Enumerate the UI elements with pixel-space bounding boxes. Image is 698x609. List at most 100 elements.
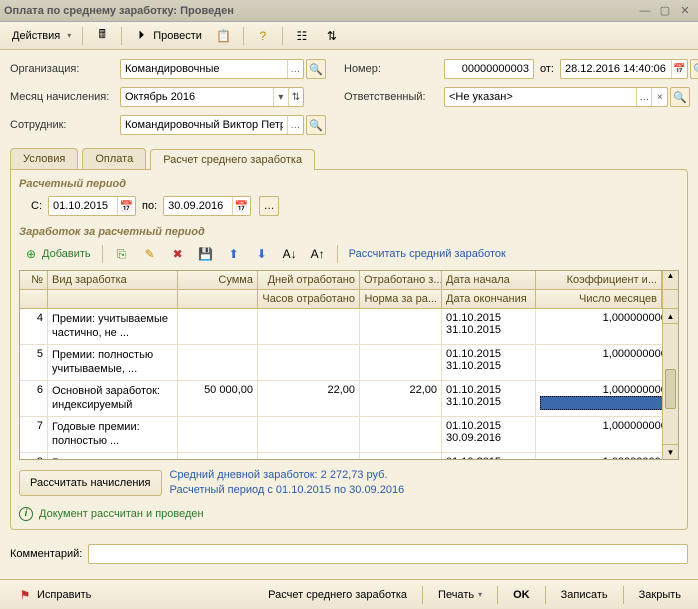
calc-info: Средний дневной заработок: 2 272,73 руб.… [170,468,405,499]
month-input[interactable] [121,88,273,106]
col-kind[interactable]: Вид заработка [48,271,178,289]
ok-button[interactable]: OK [504,584,539,606]
magnifier-icon: 🔍 [309,119,323,132]
flag-icon: ⚑ [17,587,33,603]
month-label: Месяц начисления: [10,91,120,103]
post-button[interactable]: ⏵Провести [127,25,208,47]
actions-menu[interactable]: Действия [6,27,77,45]
org-label: Организация: [10,63,120,75]
table-row[interactable]: 6Основной заработок: индексируемый50 000… [20,381,678,417]
earnings-table: № Вид заработка Сумма Дней отработано От… [19,270,679,460]
col-coef[interactable]: Коэффициент и... [536,271,662,289]
calc-average-link[interactable]: Рассчитать средний заработок [345,246,510,262]
print-button[interactable]: Печать [429,584,491,606]
calendar-icon[interactable]: 📅 [117,197,135,215]
table-body[interactable]: 4Премии: учитываемые частично, не ...01.… [20,309,678,459]
close-button[interactable]: ✕ [676,3,694,19]
period-from-input[interactable] [49,197,117,215]
date-lookup-button[interactable]: 🔍 [690,59,698,79]
save-button[interactable]: 💾 [194,244,218,264]
list-button-1[interactable]: ☷ [288,25,316,47]
table-row[interactable]: 8Годовые премии:01.10.20151,0000000000 [20,453,678,459]
number-input[interactable] [445,60,533,78]
col-days[interactable]: Дней отработано [258,271,360,289]
col-date-end[interactable]: Дата окончания [442,290,536,308]
period-to-field[interactable]: 📅 [163,196,251,216]
magnifier-icon: 🔍 [673,91,687,104]
col-date-start[interactable]: Дата начала [442,271,536,289]
clear-icon[interactable]: × [651,88,667,106]
close-footer-button[interactable]: Закрыть [630,584,690,606]
col-worked[interactable]: Отработано з... [360,271,442,289]
copy-button[interactable]: ⎘ [110,244,134,264]
pencil-icon: ✎ [142,246,158,262]
calc-icon-button[interactable]: 🖩 [88,25,116,47]
sort-desc-button[interactable]: A↑ [306,244,330,264]
stepper-icon[interactable]: ⇅ [288,88,303,106]
comment-field[interactable] [88,544,688,564]
earnings-section-title: Заработок за расчетный период [19,226,679,238]
fix-button[interactable]: ⚑Исправить [8,582,100,608]
select-icon[interactable]: … [287,116,303,134]
scroll-up-icon[interactable]: ▲ [663,309,678,324]
comment-input[interactable] [89,545,687,563]
scroll-down-icon[interactable]: ▼ [663,444,678,459]
struct-button[interactable]: 📋 [210,25,238,47]
tab-conditions[interactable]: Условия [10,148,78,169]
col-months[interactable]: Число месяцев [536,290,662,308]
dropdown-icon[interactable]: ▾ [273,88,288,106]
org-field[interactable]: … [120,59,304,79]
status-text: Документ рассчитан и проведен [39,508,204,520]
move-up-button[interactable]: ⬆ [222,244,246,264]
move-down-button[interactable]: ⬇ [250,244,274,264]
tab-payment[interactable]: Оплата [82,148,146,169]
vertical-scrollbar[interactable]: ▲ ▼ [662,309,678,459]
number-field[interactable] [444,59,534,79]
org-input[interactable] [121,60,287,78]
minimize-button[interactable]: — [636,3,654,19]
save-footer-button[interactable]: Записать [552,584,617,606]
sort-asc-button[interactable]: A↓ [278,244,302,264]
calculate-button[interactable]: Рассчитать начисления [19,470,162,496]
tab-average-calc[interactable]: Расчет среднего заработка [150,149,315,170]
table-row[interactable]: 5Премии: полностью учитываемые, ...01.10… [20,345,678,381]
employee-field[interactable]: … [120,115,304,135]
period-section-title: Расчетный период [19,178,679,190]
calendar-icon[interactable]: 📅 [671,60,687,78]
responsible-input[interactable] [445,88,636,106]
list2-icon: ⇅ [324,28,340,44]
date-field[interactable]: 📅 [560,59,688,79]
scroll-thumb[interactable] [665,369,676,409]
period-select-button[interactable]: … [259,196,279,216]
delete-button[interactable]: ✖ [166,244,190,264]
maximize-button[interactable]: ▢ [656,3,674,19]
help-button[interactable]: ? [249,25,277,47]
employee-lookup-button[interactable]: 🔍 [306,115,326,135]
responsible-field[interactable]: … × [444,87,668,107]
table-row[interactable]: 4Премии: учитываемые частично, не ...01.… [20,309,678,345]
delete-icon: ✖ [170,246,186,262]
col-number[interactable]: № [20,271,48,289]
period-from-field[interactable]: 📅 [48,196,136,216]
calc-avg-footer-button[interactable]: Расчет среднего заработка [259,584,416,606]
add-button[interactable]: ⊕Добавить [19,244,95,264]
month-field[interactable]: ▾ ⇅ [120,87,304,107]
separator [121,27,122,45]
period-to-input[interactable] [164,197,232,215]
calendar-icon[interactable]: 📅 [232,197,250,215]
select-icon[interactable]: … [636,88,652,106]
col-hours[interactable]: Часов отработано [258,290,360,308]
edit-button[interactable]: ✎ [138,244,162,264]
org-lookup-button[interactable]: 🔍 [306,59,326,79]
table-row[interactable]: 7Годовые премии: полностью ...01.10.2015… [20,417,678,453]
select-icon[interactable]: … [287,60,303,78]
scroll-corner: ▲ [662,271,678,289]
date-input[interactable] [561,60,671,78]
employee-label: Сотрудник: [10,119,120,131]
responsible-lookup-button[interactable]: 🔍 [670,87,690,107]
col-norm[interactable]: Норма за ра... [360,290,442,308]
separator [82,27,83,45]
col-sum[interactable]: Сумма [178,271,258,289]
employee-input[interactable] [121,116,287,134]
list-button-2[interactable]: ⇅ [318,25,346,47]
